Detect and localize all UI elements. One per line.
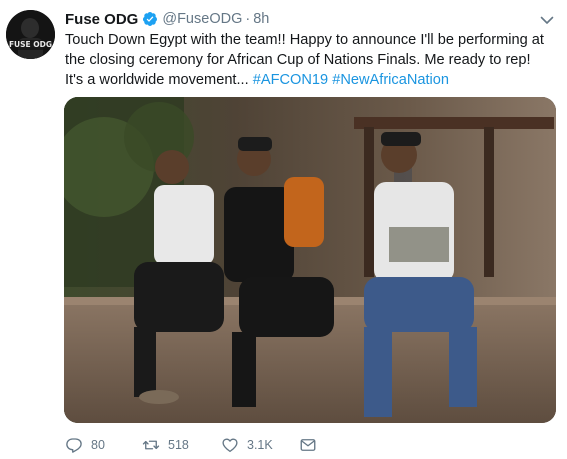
avatar-image: FUSE ODG <box>6 10 55 59</box>
reply-icon <box>66 438 82 453</box>
retweet-count: 518 <box>168 438 189 452</box>
verified-badge-icon <box>143 12 158 26</box>
author-handle[interactable]: @FuseODG <box>162 11 242 27</box>
photo-image <box>64 97 556 423</box>
direct-message-button[interactable] <box>299 434 317 456</box>
envelope-icon <box>300 439 316 451</box>
avatar-logo-text: FUSE ODG <box>9 40 52 49</box>
avatar[interactable]: FUSE ODG <box>6 10 55 59</box>
heart-icon <box>222 438 238 453</box>
like-count: 3.1K <box>247 438 273 452</box>
tweet-photo[interactable] <box>64 97 556 423</box>
separator-dot: · <box>245 11 251 27</box>
chevron-down-icon[interactable] <box>539 12 555 28</box>
hashtag-link[interactable]: #AFCON19 <box>253 72 328 88</box>
retweet-button[interactable]: 518 <box>142 434 189 456</box>
like-button[interactable]: 3.1K <box>221 434 273 456</box>
author-name[interactable]: Fuse ODG <box>65 11 138 28</box>
tweet-text: Touch Down Egypt with the team!! Happy t… <box>65 30 545 90</box>
reply-button[interactable]: 80 <box>65 434 105 456</box>
retweet-icon <box>142 440 160 450</box>
tweet-actions: 80 518 3.1K <box>65 434 545 456</box>
hashtag-link[interactable]: #NewAfricaNation <box>332 72 449 88</box>
tweet-card[interactable]: FUSE ODG Fuse ODG @FuseODG · 8h Touch Do… <box>0 0 567 459</box>
reply-count: 80 <box>91 438 105 452</box>
tweet-timestamp[interactable]: 8h <box>253 11 269 27</box>
tweet-header: Fuse ODG @FuseODG · 8h <box>65 9 269 29</box>
